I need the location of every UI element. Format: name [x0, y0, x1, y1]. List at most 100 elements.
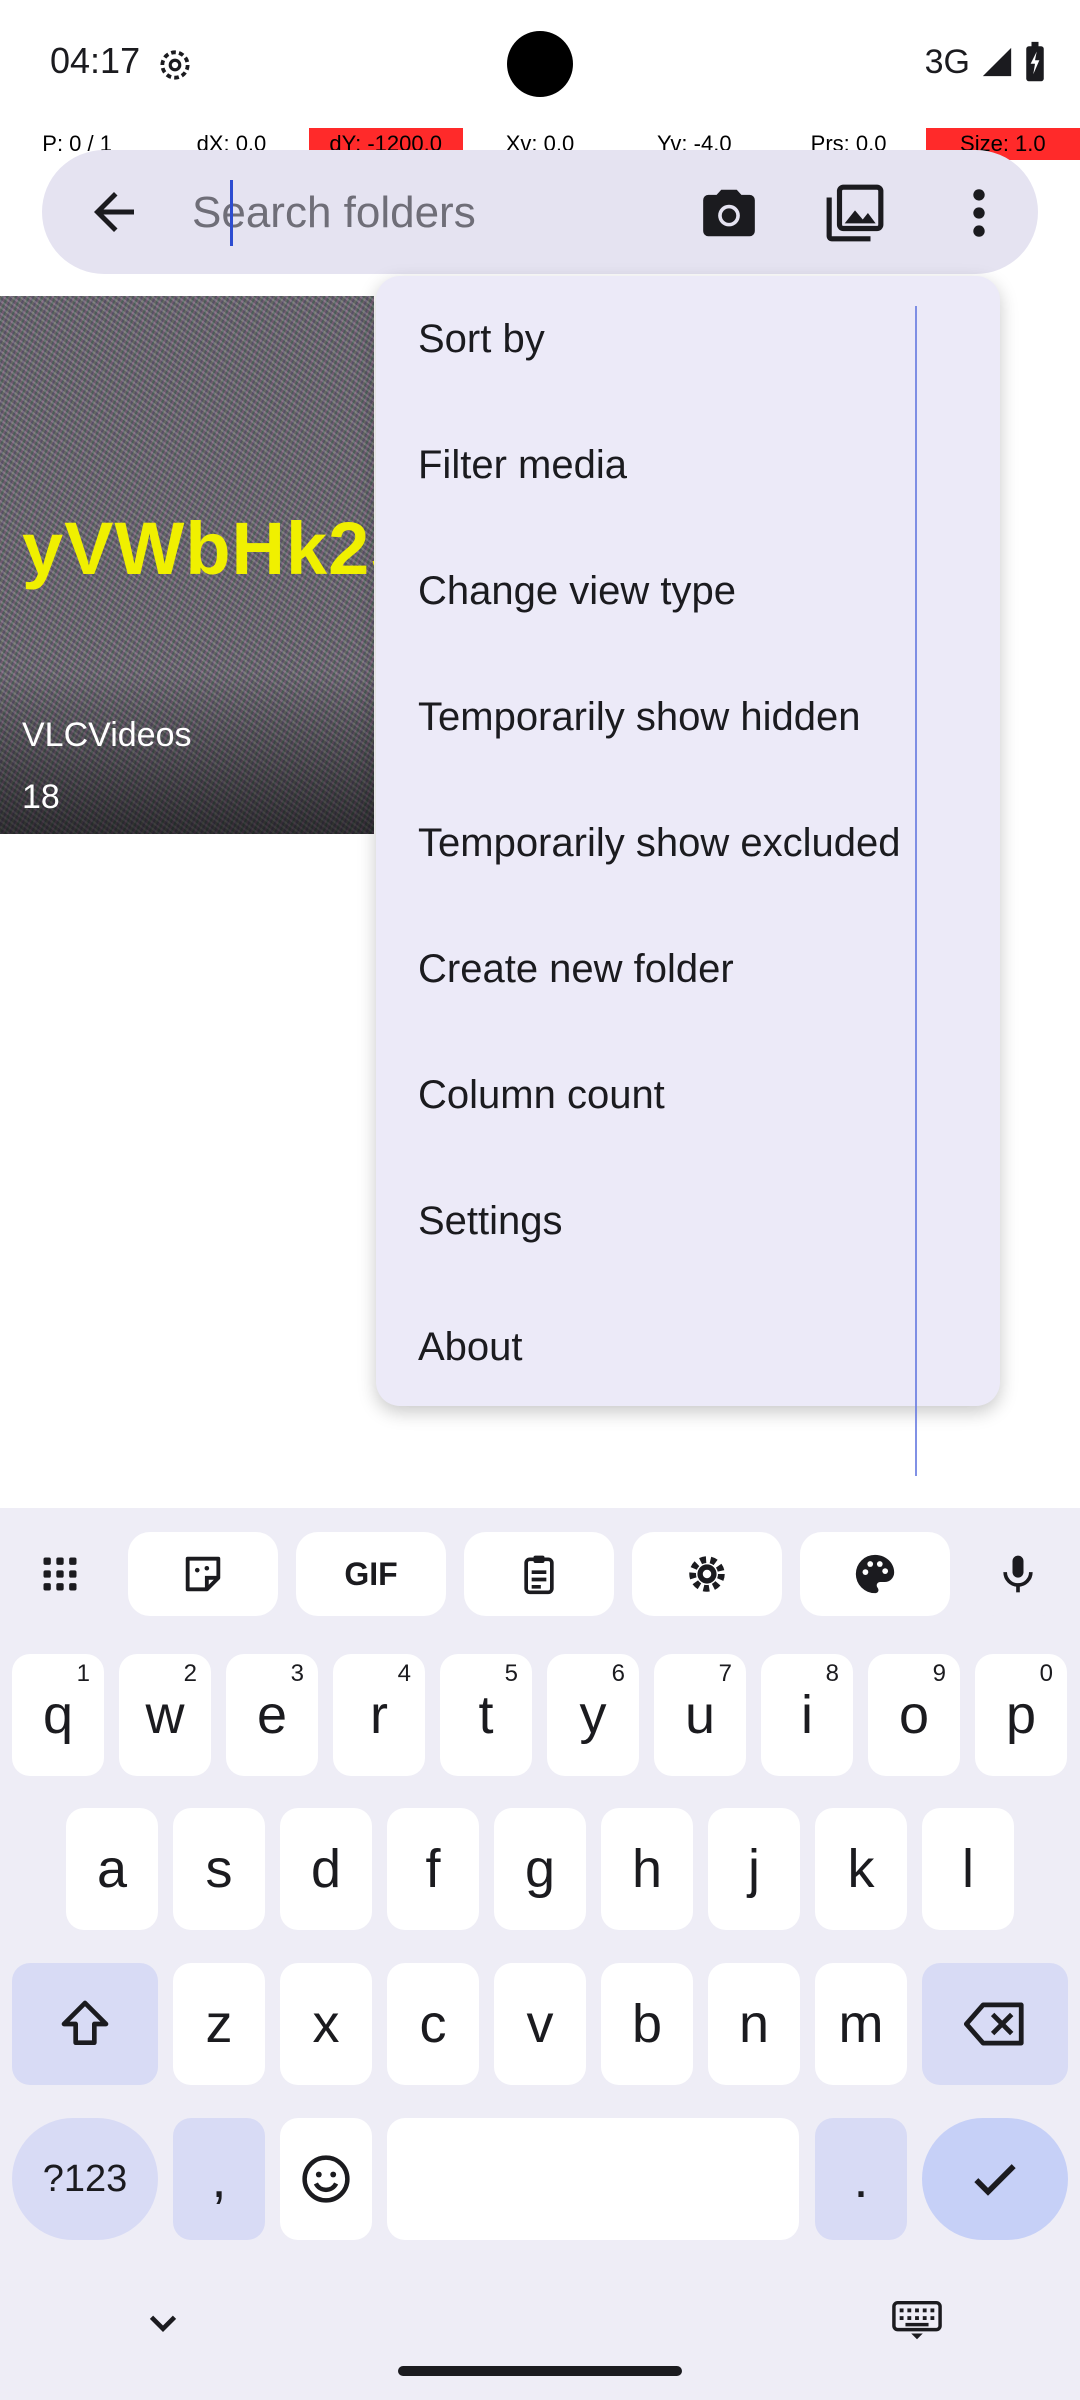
key-r[interactable]: r4 — [333, 1654, 425, 1776]
key-label: o — [898, 1685, 930, 1745]
key-l[interactable]: l — [922, 1808, 1014, 1930]
period-key[interactable]: . — [815, 2118, 907, 2240]
key-q[interactable]: q1 — [12, 1654, 104, 1776]
checkmark-icon — [974, 2164, 1016, 2196]
key-j[interactable]: j — [708, 1808, 800, 1930]
settings-icon — [689, 1556, 725, 1592]
key-hint: 9 — [932, 1660, 946, 1687]
kb-settings-button[interactable] — [632, 1532, 782, 1616]
palette-icon — [855, 1554, 895, 1594]
key-g[interactable]: g — [494, 1808, 586, 1930]
key-hint: 4 — [397, 1660, 411, 1687]
menu-item-create-folder[interactable]: Create new folder — [376, 906, 1000, 1032]
key-b[interactable]: b — [601, 1963, 693, 2085]
gif-label: GIF — [344, 1555, 398, 1592]
key-hint: 2 — [183, 1660, 197, 1687]
keyboard-switch-icon[interactable] — [892, 2300, 942, 2340]
key-label: i — [801, 1685, 813, 1745]
menu-item-show-hidden[interactable]: Temporarily show hidden — [376, 654, 1000, 780]
key-o[interactable]: o9 — [868, 1654, 960, 1776]
key-u[interactable]: u7 — [654, 1654, 746, 1776]
thumbnail-text: yVWbHk25 — [22, 507, 374, 590]
enter-key[interactable] — [922, 2118, 1068, 2240]
key-z[interactable]: z — [173, 1963, 265, 2085]
folder-tile[interactable]: yVWbHk25 VLCVideos 18 — [0, 296, 374, 834]
search-input[interactable] — [190, 178, 714, 248]
key-p[interactable]: p0 — [975, 1654, 1067, 1776]
search-bar — [42, 150, 1038, 274]
key-label: r — [370, 1685, 388, 1745]
key-hint: 0 — [1039, 1660, 1053, 1687]
menu-item-about[interactable]: About — [376, 1284, 1000, 1410]
key-t[interactable]: t5 — [440, 1654, 532, 1776]
backspace-key[interactable] — [922, 1963, 1068, 2085]
signal-icon — [982, 47, 1012, 77]
kb-theme-button[interactable] — [800, 1532, 950, 1616]
key-n[interactable]: n — [708, 1963, 800, 2085]
key-a[interactable]: a — [66, 1808, 158, 1930]
network-type: 3G — [924, 42, 970, 81]
kb-clipboard-button[interactable] — [464, 1532, 614, 1616]
settings-gear-icon — [160, 50, 190, 80]
clipboard-icon — [524, 1555, 554, 1595]
menu-item-change-view-type[interactable]: Change view type — [376, 528, 1000, 654]
key-s[interactable]: s — [173, 1808, 265, 1930]
kb-sticker-button[interactable] — [128, 1532, 278, 1616]
key-label: e — [256, 1685, 288, 1745]
emoji-icon — [302, 2155, 350, 2203]
key-m[interactable]: m — [815, 1963, 907, 2085]
gallery-icon[interactable] — [824, 182, 886, 244]
menu-item-show-excluded[interactable]: Temporarily show excluded — [376, 780, 1000, 906]
camera-cutout — [507, 31, 573, 97]
kb-gif-button[interactable]: GIF — [296, 1532, 446, 1616]
home-gesture-handle[interactable] — [398, 2366, 682, 2376]
sticker-icon — [185, 1556, 221, 1592]
menu-item-column-count[interactable]: Column count — [376, 1032, 1000, 1158]
emoji-key[interactable] — [280, 2118, 372, 2240]
key-hint: 7 — [718, 1660, 732, 1687]
status-bar: 04:17 3G — [0, 0, 1080, 128]
overflow-menu: Sort by Filter media Change view type Te… — [376, 276, 1000, 1476]
key-i[interactable]: i8 — [761, 1654, 853, 1776]
folder-count: 18 — [22, 778, 60, 816]
key-hint: 1 — [76, 1660, 90, 1687]
more-options-icon[interactable] — [948, 182, 1010, 244]
mic-icon — [1003, 1555, 1033, 1593]
backspace-icon — [964, 2002, 1024, 2046]
camera-icon[interactable] — [698, 182, 760, 244]
key-label: t — [478, 1685, 494, 1745]
navigation-bar — [0, 2278, 1080, 2400]
comma-key[interactable]: , — [173, 2118, 265, 2240]
key-e[interactable]: e3 — [226, 1654, 318, 1776]
key-hint: 8 — [825, 1660, 839, 1687]
menu-item-settings[interactable]: Settings — [376, 1158, 1000, 1284]
menu-item-filter-media[interactable]: Filter media — [376, 402, 1000, 528]
key-hint: 5 — [504, 1660, 518, 1687]
folder-name: VLCVideos — [22, 716, 192, 754]
kb-mic-button[interactable] — [972, 1532, 1064, 1616]
shift-key[interactable] — [12, 1963, 158, 2085]
kb-apps-button[interactable] — [16, 1532, 104, 1616]
key-label: y — [579, 1685, 607, 1745]
back-arrow-icon[interactable] — [84, 182, 144, 242]
hide-keyboard-chevron-icon[interactable] — [140, 2300, 186, 2346]
battery-icon — [1026, 41, 1044, 82]
key-k[interactable]: k — [815, 1808, 907, 1930]
key-hint: 6 — [611, 1660, 625, 1687]
key-h[interactable]: h — [601, 1808, 693, 1930]
key-y[interactable]: y6 — [547, 1654, 639, 1776]
spacebar-key[interactable] — [387, 2118, 799, 2240]
key-f[interactable]: f — [387, 1808, 479, 1930]
key-v[interactable]: v — [494, 1963, 586, 2085]
key-label: w — [145, 1685, 185, 1745]
symbols-key[interactable]: ?123 — [12, 2118, 158, 2240]
key-d[interactable]: d — [280, 1808, 372, 1930]
key-w[interactable]: w2 — [119, 1654, 211, 1776]
apps-grid-icon — [43, 1557, 77, 1591]
key-c[interactable]: c — [387, 1963, 479, 2085]
status-time: 04:17 — [50, 40, 141, 81]
menu-item-sort-by[interactable]: Sort by — [376, 276, 1000, 402]
soft-keyboard: GIF q1 w2 e3 r4 t5 y6 u7 i8 o 9 p 0 a s … — [0, 1508, 1080, 2278]
key-label: p — [1005, 1685, 1037, 1745]
key-x[interactable]: x — [280, 1963, 372, 2085]
